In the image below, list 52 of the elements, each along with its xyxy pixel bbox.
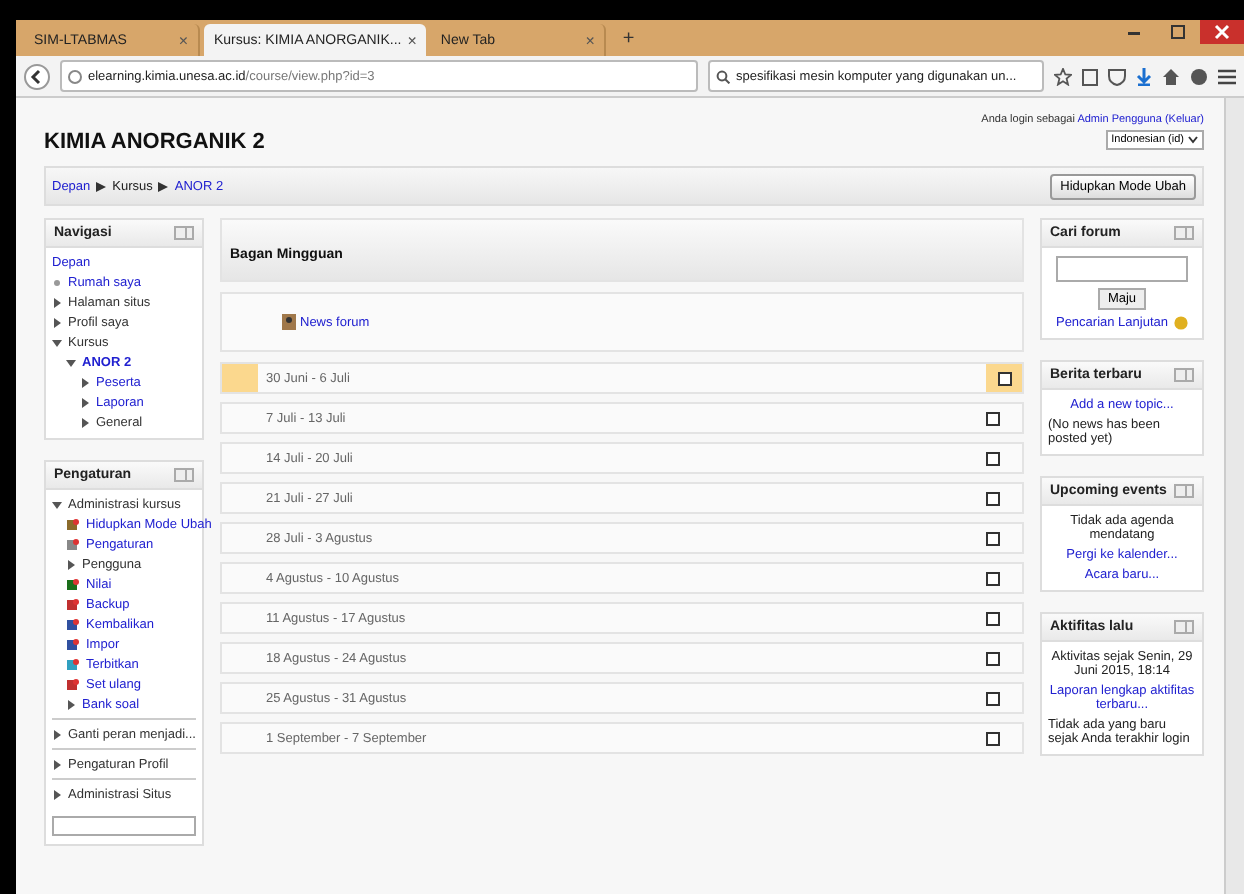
highlight-toggle-icon[interactable] bbox=[985, 651, 999, 665]
expanded-arrow-icon[interactable] bbox=[52, 500, 62, 510]
scrollbar[interactable] bbox=[1224, 98, 1244, 894]
collapsed-arrow-icon[interactable] bbox=[80, 378, 90, 388]
forum-icon bbox=[282, 314, 296, 330]
menu-icon[interactable] bbox=[1218, 67, 1236, 85]
action-icon bbox=[66, 518, 80, 532]
collapsed-arrow-icon[interactable] bbox=[66, 700, 76, 710]
action-icon bbox=[66, 618, 80, 632]
action-icon bbox=[66, 638, 80, 652]
collapsed-arrow-icon[interactable] bbox=[52, 318, 62, 328]
collapsed-arrow-icon[interactable] bbox=[52, 730, 62, 740]
close-icon[interactable]: × bbox=[585, 31, 595, 49]
highlight-toggle-icon[interactable] bbox=[985, 611, 999, 625]
action-icon bbox=[66, 598, 80, 612]
new-tab-button[interactable]: + bbox=[610, 27, 647, 49]
bullet-icon bbox=[54, 280, 60, 286]
expanded-arrow-icon[interactable] bbox=[66, 358, 76, 368]
highlight-toggle-icon[interactable] bbox=[985, 571, 999, 585]
highlight-toggle-icon[interactable] bbox=[985, 411, 999, 425]
collapsed-arrow-icon[interactable] bbox=[52, 298, 62, 308]
highlight-toggle-icon[interactable] bbox=[985, 531, 999, 545]
highlight-toggle-icon[interactable] bbox=[985, 691, 999, 705]
highlight-toggle-icon[interactable] bbox=[985, 451, 999, 465]
collapsed-arrow-icon[interactable] bbox=[66, 560, 76, 570]
collapsed-arrow-icon[interactable] bbox=[52, 790, 62, 800]
separator-arrow-icon bbox=[96, 181, 107, 191]
search-icon bbox=[716, 69, 730, 83]
highlight-toggle-icon[interactable] bbox=[985, 491, 999, 505]
action-icon bbox=[66, 658, 80, 672]
separator-arrow-icon bbox=[158, 181, 169, 191]
collapsed-arrow-icon[interactable] bbox=[80, 418, 90, 428]
forum-search-field[interactable] bbox=[1056, 256, 1188, 282]
back-icon[interactable] bbox=[24, 63, 50, 89]
highlight-toggle-icon[interactable] bbox=[985, 731, 999, 745]
course-title: KIMIA ANORGANIK 2 bbox=[44, 130, 265, 154]
home-icon[interactable] bbox=[1162, 67, 1180, 85]
star-icon[interactable] bbox=[1054, 67, 1072, 85]
chevron-icon bbox=[1188, 136, 1198, 144]
shield-icon[interactable] bbox=[1108, 67, 1126, 85]
search-field[interactable] bbox=[52, 816, 196, 836]
action-icon bbox=[66, 538, 80, 552]
action-icon bbox=[66, 678, 80, 692]
collapsed-arrow-icon[interactable] bbox=[52, 760, 62, 770]
close-icon[interactable]: × bbox=[407, 31, 417, 49]
close-icon[interactable] bbox=[1200, 20, 1244, 44]
expanded-arrow-icon[interactable] bbox=[52, 338, 62, 348]
close-icon[interactable]: × bbox=[178, 31, 188, 49]
highlight-toggle-icon[interactable] bbox=[997, 371, 1011, 385]
collapsed-arrow-icon[interactable] bbox=[80, 398, 90, 408]
action-icon bbox=[66, 578, 80, 592]
download-icon[interactable] bbox=[1136, 67, 1152, 85]
